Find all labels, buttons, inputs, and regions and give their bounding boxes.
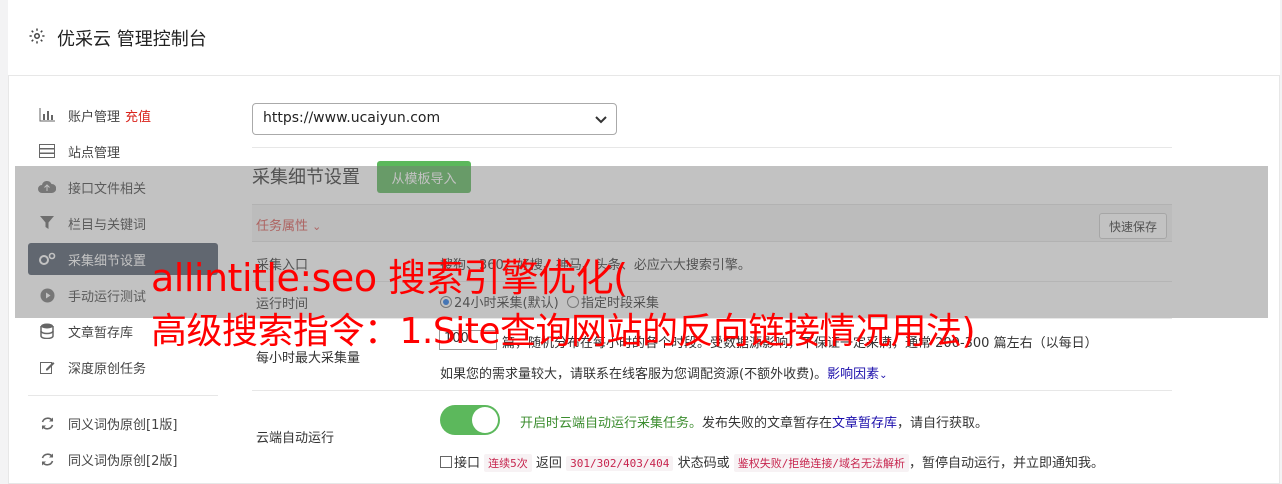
- cloud-auto-desc: 开启时云端自动运行采集任务。发布失败的文章暂存在文章暂存库，请自行获取。: [520, 412, 988, 431]
- cloud-auto-text-a: 发布失败的文章暂存在: [702, 416, 833, 431]
- sidebar-item-label: 账户管理: [68, 109, 121, 125]
- server-icon: [38, 143, 56, 159]
- overlay-heading-line2: 高级搜索指令：1.Site查询网站的反向链接情况用法): [151, 311, 976, 352]
- notify-mid2: 状态码或: [677, 456, 730, 471]
- chevron-down-icon: [595, 116, 607, 124]
- sidebar-item-deep-original[interactable]: 深度原创任务: [28, 351, 218, 383]
- top-bar: 优采云 管理控制台: [8, 0, 1280, 76]
- divider: [252, 147, 1172, 148]
- max-per-hour-note-text: 如果您的需求量较大，请联系在线客服为您调配资源(不额外收费)。: [440, 367, 828, 382]
- refresh-icon: [38, 451, 56, 467]
- sidebar-item-sites[interactable]: 站点管理: [28, 135, 218, 167]
- chevron-down-icon: ⌄: [879, 370, 888, 381]
- article-store-link[interactable]: 文章暂存库: [832, 416, 897, 431]
- sidebar-item-label: 深度原创任务: [68, 361, 147, 377]
- gear-icon: [29, 28, 45, 44]
- refresh-icon: [38, 415, 56, 431]
- code-status: 301/302/403/404: [566, 456, 674, 471]
- max-per-hour-note: 如果您的需求量较大，请联系在线客服为您调配资源(不额外收费)。影响因素⌄: [440, 363, 888, 382]
- notify-mid1: 返回: [535, 456, 562, 471]
- notify-option: 接口 连续5次 返回 301/302/403/404 状态码或 鉴权失败/拒绝连…: [440, 452, 1104, 472]
- notify-suffix: ，暂停自动运行，并立即通知我。: [908, 456, 1104, 471]
- sidebar-item-synonym-v1[interactable]: 同义词伪原创[1版]: [28, 407, 218, 439]
- notify-prefix: 接口: [454, 456, 481, 471]
- bar-chart-icon: [38, 107, 56, 123]
- site-select-value: https://www.ucaiyun.com: [263, 110, 441, 126]
- sidebar-item-account[interactable]: 账户管理 充值: [28, 99, 218, 131]
- sidebar-item-label: 同义词伪原创[1版]: [68, 417, 178, 433]
- notify-checkbox[interactable]: [440, 456, 452, 468]
- code-errors: 鉴权失败/拒绝连接/域名无法解析: [733, 454, 909, 472]
- code-consecutive: 连续5次: [484, 454, 532, 472]
- cloud-auto-enabled-text: 开启时云端自动运行采集任务。: [520, 416, 703, 431]
- sidebar-item-label: 文章暂存库: [68, 325, 134, 341]
- cloud-auto-text-b: ，请自行获取。: [897, 416, 989, 431]
- sidebar-item-synonym-v2[interactable]: 同义词伪原创[2版]: [28, 443, 218, 475]
- row-divider: [252, 390, 1172, 391]
- factors-link[interactable]: 影响因素: [827, 367, 879, 382]
- cloud-auto-label: 云端自动运行: [256, 431, 335, 446]
- database-icon: [38, 323, 56, 339]
- cloud-auto-toggle[interactable]: [440, 405, 500, 435]
- sidebar-item-label: 同义词伪原创[2版]: [68, 453, 178, 469]
- recharge-link[interactable]: 充值: [125, 106, 151, 125]
- edit-icon: [38, 359, 56, 375]
- overlay-heading-line1: allintitle:seo 搜索引擎优化(: [151, 256, 628, 300]
- toggle-knob: [472, 407, 498, 433]
- page-title: 优采云 管理控制台: [57, 29, 207, 50]
- sidebar-divider: [28, 395, 218, 396]
- sidebar-item-label: 站点管理: [68, 145, 121, 161]
- site-select[interactable]: https://www.ucaiyun.com: [252, 103, 617, 135]
